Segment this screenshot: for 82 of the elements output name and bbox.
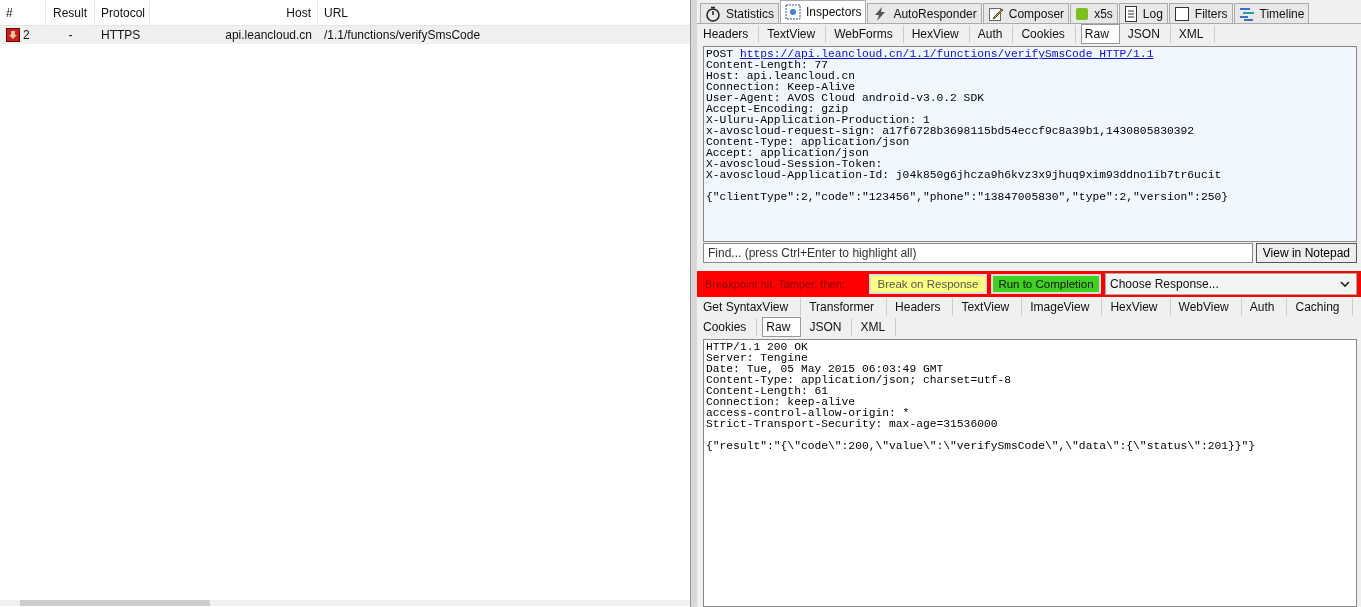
response-text-line: Server: Tengine	[706, 353, 809, 364]
request-text-area[interactable]	[703, 46, 1357, 242]
request-view-tab[interactable]: HexView	[908, 25, 970, 43]
breakpoint-icon	[6, 28, 20, 42]
response-view-tab[interactable]: HexView	[1107, 298, 1171, 316]
request-view-tab[interactable]: WebForms	[831, 25, 904, 43]
response-view-tab[interactable]: JSON	[806, 318, 853, 336]
request-view-tab[interactable]: Raw	[1080, 24, 1120, 44]
session-number: 2	[23, 28, 30, 42]
request-view-tab[interactable]: TextView	[764, 25, 827, 43]
response-view-tab[interactable]: XML	[857, 318, 897, 336]
checkbox-icon	[1173, 5, 1190, 22]
request-text-line: Accept: application/json	[706, 148, 870, 159]
document-icon	[1123, 5, 1138, 22]
column-header[interactable]: URL	[318, 0, 354, 25]
request-text-line: X-Uluru-Application-Production: 1	[706, 115, 931, 126]
request-text-line: Host: api.leancloud.cn	[706, 71, 857, 82]
request-text-line: X-avoscloud-Application-Id: j04k850g6jhcza9h6kvz3x9jhuq9xim93ddno1ib7tr6ucit	[706, 170, 1223, 181]
horizontal-scrollbar[interactable]	[0, 600, 690, 606]
column-header[interactable]: Result	[46, 0, 95, 25]
request-text-line: Content-Length: 77	[706, 60, 830, 71]
response-view-tab[interactable]: Headers	[892, 298, 954, 316]
request-view-tab[interactable]: Cookies	[1018, 25, 1076, 43]
request-text-line: X-avoscloud-Session-Token:	[706, 159, 884, 170]
response-view-tab[interactable]: ImageView	[1027, 298, 1103, 316]
response-view-tab[interactable]: WebView	[1175, 298, 1242, 316]
response-view-tab[interactable]: Raw	[762, 317, 802, 337]
main-tab[interactable]: Inspectors	[780, 0, 867, 23]
response-text-line: Content-Length: 61	[706, 386, 830, 397]
find-field[interactable]: Find... (press Ctrl+Enter to highlight all)	[703, 243, 1253, 263]
response-view-tab[interactable]: Transformer	[806, 298, 888, 316]
column-header[interactable]: Protocol	[95, 0, 150, 25]
response-view-tab[interactable]: Auth	[1246, 298, 1288, 316]
request-view-tab[interactable]: Auth	[974, 25, 1014, 43]
response-view-tab[interactable]: TextView	[958, 298, 1023, 316]
response-text-line: access-control-allow-origin: *	[706, 408, 911, 419]
response-text-line: Date: Tue, 05 May 2015 06:03:49 GMT	[706, 364, 945, 375]
main-tab[interactable]: x5s	[1070, 3, 1118, 23]
main-tab[interactable]: Composer	[982, 3, 1070, 23]
request-text-line: User-Agent: AVOS Cloud android-v3.0.2 SDK	[706, 93, 985, 104]
breakpoint-message: Breakpoint hit. Tamper, then:	[705, 278, 846, 290]
request-url-link[interactable]: https://api.leancloud.cn/1.1/functions/verifySmsCode HTTP/1.1	[739, 48, 1154, 60]
response-view-tab[interactable]: Get SyntaxView	[700, 298, 802, 316]
response-body-line: {"result":"{\"code\":200,\"value\":\"verifySmsCode\",\"data\":{\"status\":201}}"}	[706, 441, 1257, 452]
response-view-tab[interactable]: Cookies	[700, 318, 758, 336]
request-view-tab[interactable]: JSON	[1124, 25, 1171, 43]
session-row[interactable]: 2 - HTTPS api.leancloud.cn /1.1/functions/verifySmsCode	[0, 26, 690, 44]
response-text-line: HTTP/1.1 200 OK	[706, 342, 809, 353]
main-tab[interactable]: Statistics	[700, 3, 779, 23]
result-cell-text: -	[67, 28, 74, 42]
main-tab[interactable]: AutoResponder	[867, 3, 982, 23]
main-tab[interactable]: Log	[1118, 3, 1168, 23]
url-cell-text: /1.1/functions/verifySmsCode	[323, 28, 482, 42]
request-text-line: Content-Type: application/json	[706, 137, 911, 148]
column-header[interactable]: Host	[150, 0, 318, 25]
request-text-line: Accept-Encoding: gzip	[706, 104, 850, 115]
response-view-tab[interactable]: Caching	[1292, 298, 1353, 316]
request-view-tab[interactable]: Headers	[700, 25, 760, 43]
timeline-icon	[1238, 5, 1255, 22]
host-cell-text: api.leancloud.cn	[224, 28, 313, 42]
response-text-area[interactable]	[703, 339, 1357, 607]
main-tab[interactable]: Timeline	[1233, 3, 1310, 23]
request-text-line: Connection: Keep-Alive	[706, 82, 857, 93]
protocol-cell-text: HTTPS	[100, 28, 142, 42]
response-text-line: Strict-Transport-Security: max-age=31536000	[706, 419, 999, 430]
inspect-icon	[785, 4, 801, 20]
choose-response-dropdown[interactable]: Choose Response...	[1105, 273, 1357, 295]
request-body-line: {"clientType":2,"code":"123456","phone":"13847005830","type":2,"version":250}	[706, 192, 1229, 203]
http-method: POST	[706, 48, 734, 60]
break-on-response-button[interactable]: Break on Response	[869, 274, 987, 294]
pencil-note-icon	[987, 5, 1004, 22]
column-header[interactable]: #	[0, 0, 46, 25]
stopwatch-icon	[705, 5, 721, 22]
response-text-line: Content-Type: application/json; charset=utf-8	[706, 375, 1013, 386]
response-text-line: Connection: keep-alive	[706, 397, 857, 408]
request-text-line: x-avoscloud-request-sign: a17f6728b3698115bd54eccf9c8a39b1,1430805830392	[706, 126, 1196, 137]
view-in-notepad-button[interactable]: View in Notepad	[1255, 243, 1357, 263]
chevron-down-icon	[1340, 280, 1350, 288]
square-icon	[1075, 6, 1090, 21]
main-tab[interactable]: Filters	[1168, 3, 1233, 23]
request-view-tab[interactable]: XML	[1175, 25, 1215, 43]
run-to-completion-button[interactable]: Run to Completion	[991, 274, 1101, 294]
